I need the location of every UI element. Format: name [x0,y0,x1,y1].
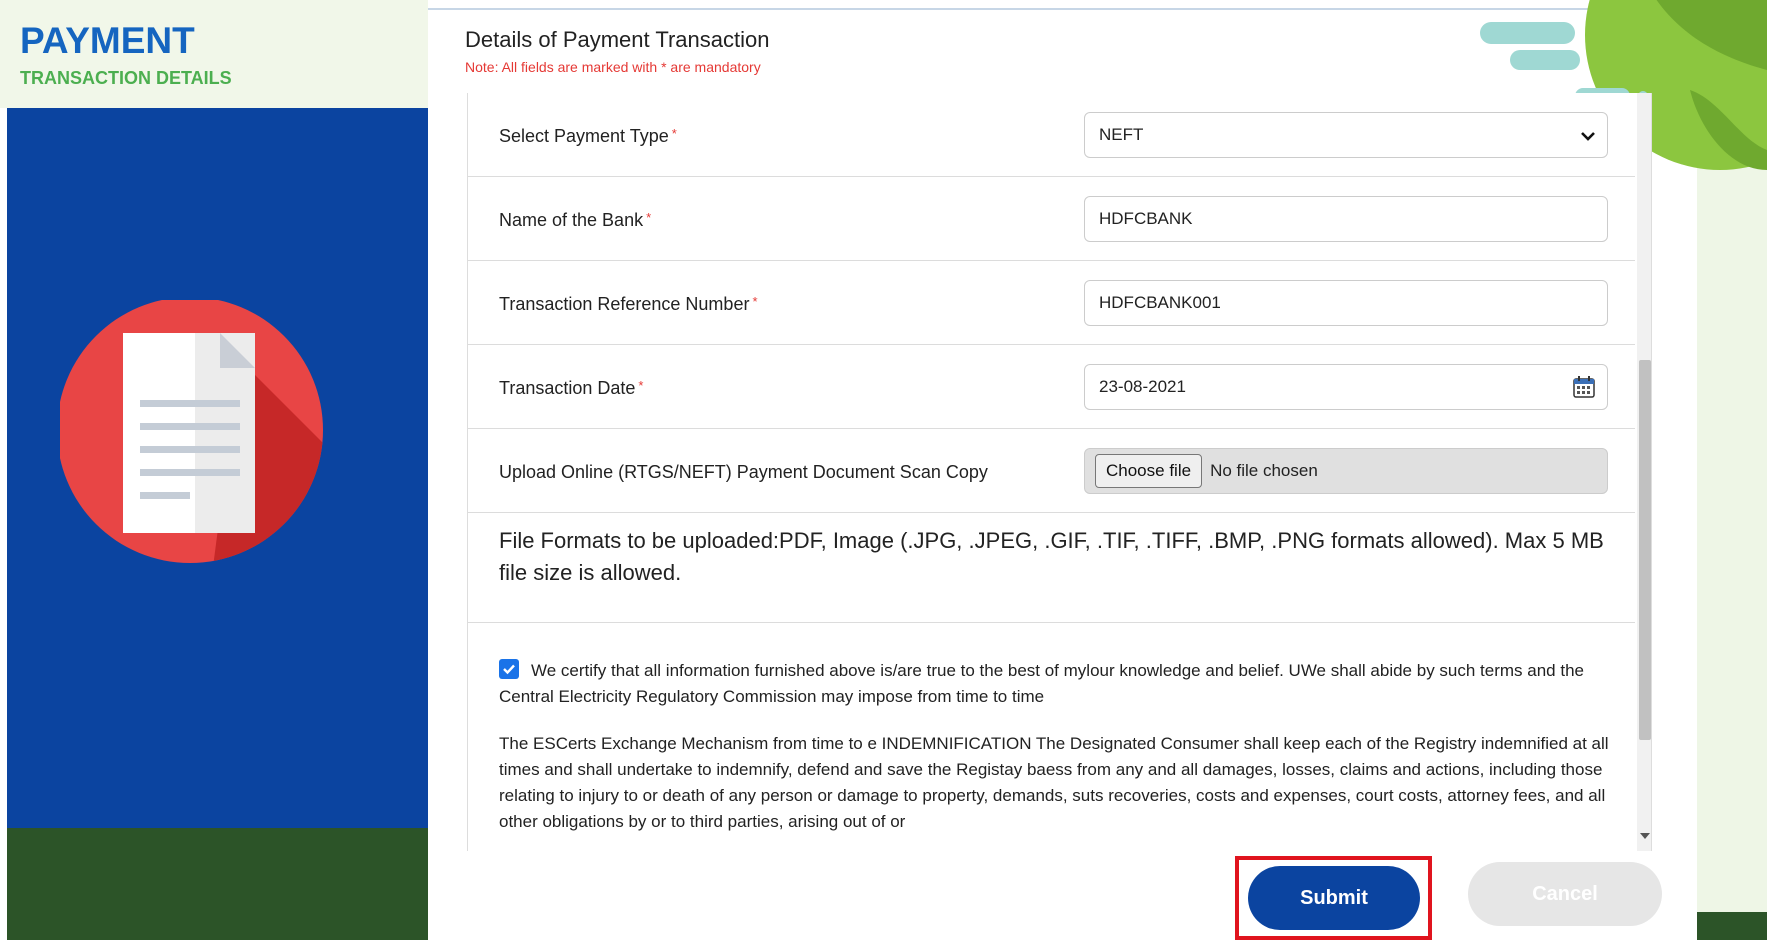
payment-type-value: NEFT [1099,125,1144,144]
submit-button[interactable]: Submit [1248,866,1420,930]
reference-number-label-text: Transaction Reference Number [499,294,750,314]
scrollbar-thumb[interactable] [1639,360,1651,740]
sidebar-subtitle: TRANSACTION DETAILS [20,68,232,88]
reference-number-input[interactable]: HDFCBANK001 [1084,280,1608,326]
payment-type-label: Select Payment Type * [499,126,677,147]
transaction-date-label-text: Transaction Date [499,378,636,398]
mandatory-note: Note: All fields are marked with * are m… [465,59,761,75]
transaction-date-value: 23-08-2021 [1099,377,1186,396]
form-title: Details of Payment Transaction [465,27,770,52]
certify-checkbox[interactable] [499,659,519,679]
scroll-down-arrow-icon[interactable] [1640,833,1650,839]
sidebar-illustration-panel [7,108,428,828]
payment-type-label-text: Select Payment Type [499,126,669,146]
file-status-text: No file chosen [1210,461,1318,480]
sidebar-header: PAYMENT TRANSACTION DETAILS [0,0,428,108]
choose-file-button[interactable]: Choose file [1095,454,1203,488]
bank-name-row: Name of the Bank * HDFCBANK [468,177,1635,261]
check-icon [503,664,515,675]
required-marker: * [646,210,652,225]
sidebar-title: PAYMENT [20,20,195,61]
indemnification-text: The ESCerts Exchange Mechanism from time… [499,734,1609,831]
payment-type-row: Select Payment Type * NEFT [468,93,1635,177]
reference-number-label: Transaction Reference Number * [499,294,758,315]
required-marker: * [752,294,758,309]
file-formats-note: File Formats to be uploaded:PDF, Image (… [499,528,1604,585]
payment-page: PAYMENT TRANSACTION DETAILS Details of P… [0,0,1767,940]
upload-row: Upload Online (RTGS/NEFT) Payment Docume… [468,429,1635,513]
transaction-date-input[interactable]: 23-08-2021 [1084,364,1608,410]
certification-text: We certify that all information furnishe… [499,661,1584,706]
document-icon [60,300,323,563]
cancel-button[interactable]: Cancel [1468,862,1662,926]
required-marker: * [638,378,644,393]
upload-label: Upload Online (RTGS/NEFT) Payment Docume… [499,462,988,482]
section-divider [468,622,1635,623]
payment-type-select[interactable]: NEFT [1084,112,1608,158]
certification-block: We certify that all information furnishe… [499,658,1619,710]
bank-name-label: Name of the Bank * [499,210,651,231]
chevron-down-icon [1581,113,1595,157]
required-marker: * [671,126,677,141]
upload-file-input[interactable]: Choose file No file chosen [1084,448,1608,494]
reference-number-row: Transaction Reference Number * HDFCBANK00… [468,261,1635,345]
transaction-date-label: Transaction Date * [499,378,643,399]
right-footer-band [1697,912,1767,940]
submit-highlight-box: Submit [1235,856,1432,940]
vertical-scrollbar[interactable] [1637,93,1651,851]
calendar-icon[interactable] [1573,376,1595,398]
bank-name-label-text: Name of the Bank [499,210,644,230]
bank-name-input[interactable]: HDFCBANK [1084,196,1608,242]
sidebar-footer-band [7,828,428,940]
transaction-date-row: Transaction Date * 23-08-2021 [468,345,1635,429]
form-scroll-container[interactable]: Select Payment Type * NEFT Name of the Ba… [467,93,1652,851]
